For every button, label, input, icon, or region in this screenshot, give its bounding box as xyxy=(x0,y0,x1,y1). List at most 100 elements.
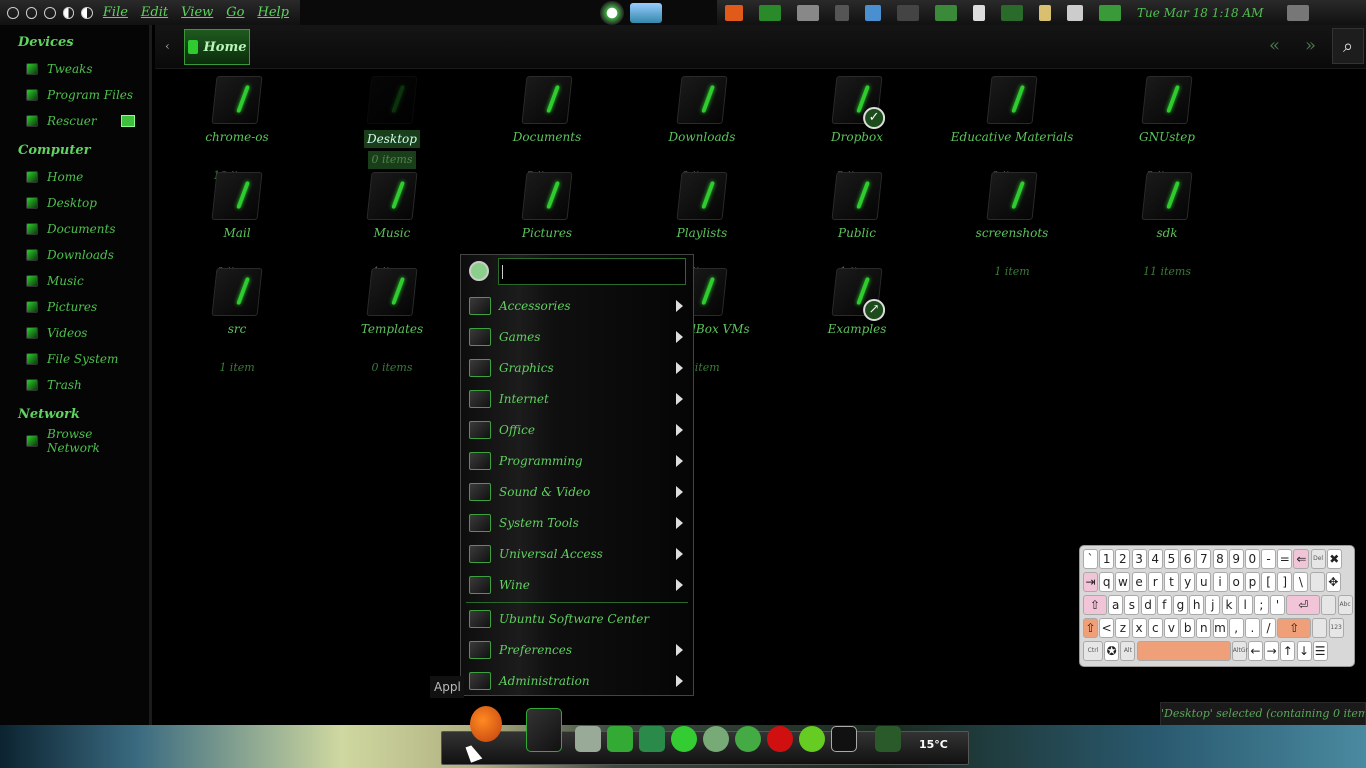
sidebar-item-documents[interactable]: Documents xyxy=(0,216,149,242)
back-button[interactable]: « xyxy=(1269,35,1280,56)
menu-edit[interactable]: Edit xyxy=(139,5,170,20)
shade-window-button[interactable] xyxy=(62,6,75,19)
menu-item-accessories[interactable]: Accessories xyxy=(465,291,691,321)
close-window-button[interactable] xyxy=(7,6,19,19)
key[interactable]: d xyxy=(1140,595,1156,615)
key[interactable]: 4 xyxy=(1147,549,1163,569)
key[interactable]: → xyxy=(1264,641,1280,661)
key[interactable]: o xyxy=(1228,572,1244,592)
maximize-window-button[interactable] xyxy=(44,6,56,19)
key[interactable]: Abc xyxy=(1337,595,1353,615)
ubuntu-one-icon[interactable] xyxy=(725,4,743,21)
minimize-window-button[interactable] xyxy=(25,6,38,19)
folder-item[interactable]: Templates 0 items xyxy=(327,262,457,374)
key[interactable]: t xyxy=(1163,572,1179,592)
key[interactable]: ' xyxy=(1270,595,1286,615)
key[interactable]: ☰ xyxy=(1312,641,1328,661)
key[interactable]: 9 xyxy=(1228,549,1244,569)
key[interactable]: a xyxy=(1108,595,1124,615)
settings-launcher-icon[interactable] xyxy=(607,726,633,752)
menu-item-ubuntu-software-center[interactable]: Ubuntu Software Center xyxy=(465,604,691,634)
menu-item-wine[interactable]: Wine xyxy=(465,570,691,600)
files-launcher-icon[interactable] xyxy=(575,726,601,752)
cat-launcher-icon[interactable] xyxy=(639,726,665,752)
sidebar-item-pictures[interactable]: Pictures xyxy=(0,294,149,320)
folder-item[interactable]: screenshots 1 item xyxy=(947,166,1077,278)
menu-item-preferences[interactable]: Preferences xyxy=(465,635,691,665)
key[interactable]: ← xyxy=(1247,641,1263,661)
key[interactable]: ✥ xyxy=(1325,572,1341,592)
usb-icon[interactable] xyxy=(1099,4,1121,21)
key[interactable]: j xyxy=(1205,595,1221,615)
key[interactable]: e xyxy=(1131,572,1147,592)
folder-item[interactable]: src 1 item xyxy=(172,262,302,374)
key[interactable]: v xyxy=(1163,618,1179,638)
key[interactable]: i xyxy=(1212,572,1228,592)
key[interactable]: g xyxy=(1172,595,1188,615)
key[interactable]: 1 xyxy=(1099,549,1115,569)
menu-item-internet[interactable]: Internet xyxy=(465,384,691,414)
menu-help[interactable]: Help xyxy=(255,5,291,20)
monitor-launcher-icon[interactable] xyxy=(875,726,901,752)
key[interactable]: h xyxy=(1189,595,1205,615)
weather-temperature[interactable]: 15°C xyxy=(919,738,948,751)
key[interactable]: ⇧ xyxy=(1083,595,1107,615)
menu-item-graphics[interactable]: Graphics xyxy=(465,353,691,383)
key[interactable]: ⏎ xyxy=(1286,595,1321,615)
skype-launcher-icon[interactable] xyxy=(799,726,825,752)
key[interactable]: . xyxy=(1244,618,1260,638)
sidebar-item-rescuer[interactable]: Rescuer xyxy=(0,108,149,134)
menu-item-universal-access[interactable]: Universal Access xyxy=(465,539,691,569)
key[interactable]: ✪ xyxy=(1104,641,1120,661)
key[interactable]: ; xyxy=(1253,595,1269,615)
key[interactable]: x xyxy=(1131,618,1147,638)
key[interactable]: y xyxy=(1180,572,1196,592)
key[interactable]: 0 xyxy=(1244,549,1260,569)
key[interactable]: 123 xyxy=(1328,618,1344,638)
key[interactable]: s xyxy=(1124,595,1140,615)
key[interactable]: 3 xyxy=(1131,549,1147,569)
key[interactable]: = xyxy=(1277,549,1293,569)
breadcrumb-home-button[interactable]: Home xyxy=(184,29,250,65)
sidebar-item-file-system[interactable]: File System xyxy=(0,346,149,372)
key[interactable]: ` xyxy=(1083,549,1098,569)
key[interactable]: r xyxy=(1147,572,1163,592)
key[interactable]: k xyxy=(1221,595,1237,615)
battery-applet-icon[interactable] xyxy=(973,4,985,21)
eject-icon[interactable] xyxy=(121,115,135,127)
key[interactable]: f xyxy=(1156,595,1172,615)
menu-item-office[interactable]: Office xyxy=(465,415,691,445)
search-button[interactable]: ⌕ xyxy=(1332,28,1364,64)
key[interactable]: ↓ xyxy=(1296,641,1312,661)
key[interactable]: u xyxy=(1196,572,1212,592)
key[interactable]: z xyxy=(1115,618,1131,638)
menu-item-games[interactable]: Games xyxy=(465,322,691,352)
path-left-arrow-icon[interactable]: ‹ xyxy=(165,39,170,53)
key[interactable]: / xyxy=(1261,618,1277,638)
settings-gear-icon[interactable] xyxy=(600,0,624,25)
cup-icon[interactable] xyxy=(897,4,919,21)
key[interactable]: c xyxy=(1147,618,1163,638)
key[interactable]: 2 xyxy=(1115,549,1131,569)
menu-item-sound-video[interactable]: Sound & Video xyxy=(465,477,691,507)
sidebar-item-program-files[interactable]: Program Files xyxy=(0,82,149,108)
sidebar-item-desktop[interactable]: Desktop xyxy=(0,190,149,216)
key[interactable] xyxy=(1321,595,1337,615)
key[interactable]: AltGr xyxy=(1231,641,1248,661)
keyboard-icon[interactable] xyxy=(1287,4,1310,21)
signal-icon[interactable] xyxy=(1067,4,1083,21)
key[interactable]: 8 xyxy=(1212,549,1228,569)
key[interactable]: n xyxy=(1196,618,1212,638)
sidebar-item-downloads[interactable]: Downloads xyxy=(0,242,149,268)
key[interactable]: w xyxy=(1115,572,1131,592)
key[interactable]: ↑ xyxy=(1280,641,1296,661)
dropbox-icon[interactable] xyxy=(865,4,881,21)
globe-launcher-icon[interactable] xyxy=(703,726,729,752)
key[interactable]: ⇥ xyxy=(1083,572,1098,592)
network-icon[interactable] xyxy=(759,4,781,21)
key[interactable]: ⇧ xyxy=(1083,618,1098,638)
chrome-launcher-icon[interactable] xyxy=(735,726,761,752)
menu-item-programming[interactable]: Programming xyxy=(465,446,691,476)
fish-app-icon[interactable] xyxy=(630,2,662,23)
gimp-launcher-icon[interactable] xyxy=(470,706,502,742)
